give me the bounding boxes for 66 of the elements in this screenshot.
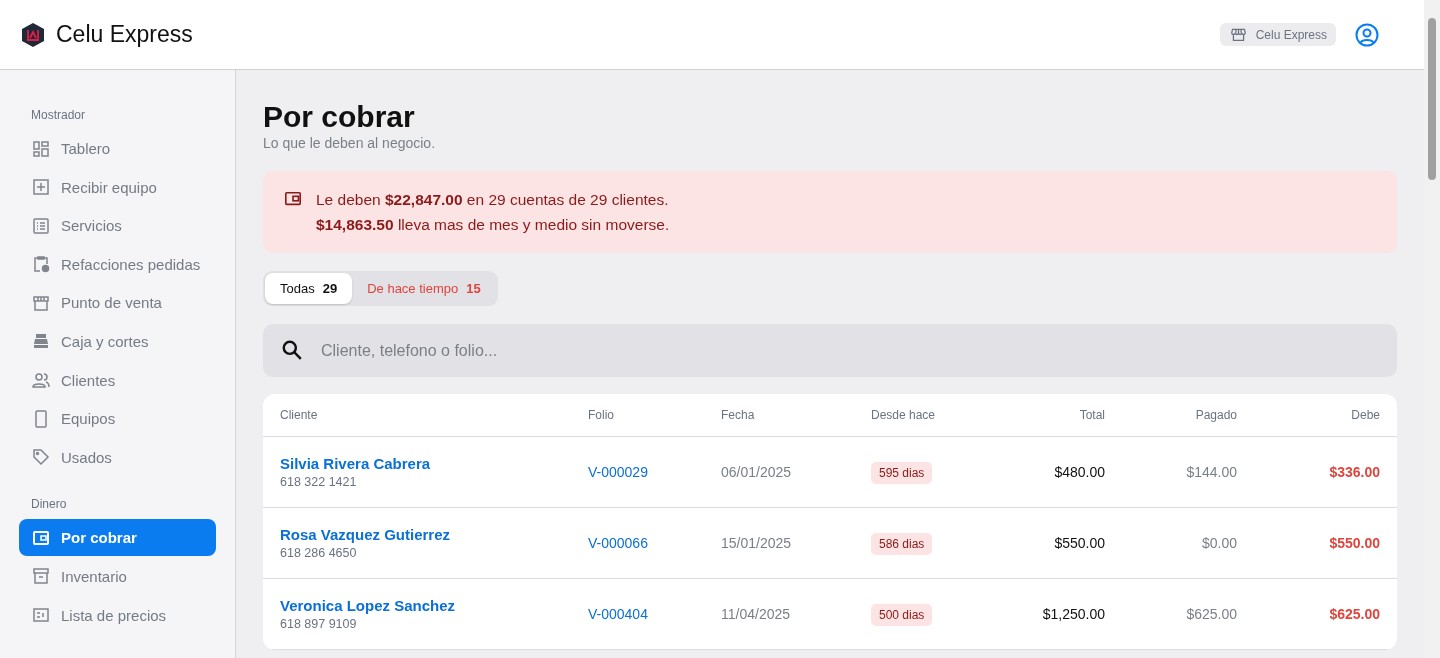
date-cell: 11/04/2025 [721, 606, 791, 622]
user-profile-icon[interactable] [1355, 22, 1379, 47]
column-header: Total [1078, 408, 1105, 422]
column-header: Desde hace [871, 408, 937, 422]
sidebar-item[interactable]: Tablero [19, 130, 216, 167]
scrollbar[interactable] [1424, 0, 1440, 658]
logo-icon [21, 21, 45, 48]
alert-text: $14,863.50 lleva mas de mes y medio sin moverse. [316, 215, 670, 234]
section-heading: Mostrador [30, 108, 87, 122]
folio-link[interactable]: V-000029 [588, 464, 648, 480]
archive-icon [31, 566, 51, 587]
total-cell: $1,250.00 [1042, 606, 1105, 622]
column-header: Folio [588, 408, 615, 422]
filter-tab[interactable]: Todas 29 [265, 273, 353, 304]
sidebar-item[interactable]: Usados [19, 438, 216, 476]
sidebar-item[interactable]: Punto de venta [19, 284, 216, 322]
age-badge: 595 dias [871, 462, 933, 484]
tag-icon [31, 447, 51, 468]
users-icon [31, 370, 51, 391]
paid-cell: $625.00 [1186, 606, 1237, 622]
client-name-link[interactable]: Silvia Rivera Cabrera [280, 455, 588, 472]
page-title: Por cobrar [263, 100, 416, 134]
sidebar-item[interactable]: Servicios [19, 207, 216, 245]
sidebar-item[interactable]: Equipos [19, 400, 216, 438]
store-icon [1228, 26, 1248, 43]
sidebar-item[interactable]: Refacciones pedidas [19, 245, 216, 283]
date-cell: 06/01/2025 [721, 464, 792, 480]
sidebar-item[interactable]: Inventario [19, 557, 216, 595]
owed-cell: $550.00 [1329, 535, 1380, 551]
client-phone: 618 286 4650 [280, 546, 358, 560]
age-badge: 500 dias [871, 604, 933, 626]
search-field[interactable]: Cliente, telefono o folio... [263, 324, 1397, 377]
alert-text: Le deben $22,847.00 en 29 cuentas de 29 clientes. [316, 190, 670, 209]
client-name-link[interactable]: Veronica Lopez Sanchez [280, 597, 588, 614]
sidebar-item[interactable]: Clientes [19, 361, 216, 399]
sidebar-item[interactable]: Por cobrar [19, 519, 216, 557]
sidebar-item[interactable]: Lista de precios [19, 596, 216, 634]
sidebar-item[interactable]: Caja y cortes [19, 322, 216, 360]
section-heading: Dinero [30, 497, 68, 512]
age-badge: 586 dias [871, 533, 933, 555]
page-subtitle: Lo que le deben al negocio. [263, 135, 437, 151]
wallet-icon [284, 190, 302, 208]
column-header: Debe [1350, 408, 1380, 422]
clipboard-clock-icon [31, 254, 51, 275]
client-phone: 618 897 9109 [280, 617, 358, 631]
total-cell: $480.00 [1054, 464, 1105, 480]
owed-cell: $336.00 [1329, 464, 1380, 480]
folio-link[interactable]: V-000404 [588, 606, 648, 622]
paid-cell: $144.00 [1186, 464, 1237, 480]
date-cell: 15/01/2025 [721, 535, 792, 551]
list-icon [31, 215, 51, 236]
filter-tab[interactable]: De hace tiempo 15 [352, 273, 496, 304]
brand-name: Celu Express [56, 21, 193, 48]
total-cell: $550.00 [1054, 535, 1105, 551]
dashboard-icon [31, 138, 51, 159]
store-chip[interactable]: Celu Express [1219, 23, 1336, 46]
column-header: Cliente [280, 408, 319, 422]
folio-link[interactable]: V-000066 [588, 535, 648, 551]
client-phone: 618 322 1421 [280, 475, 358, 489]
column-header: Fecha [721, 408, 756, 422]
owed-cell: $625.00 [1329, 606, 1380, 622]
sidebar-item[interactable]: Recibir equipo [19, 168, 216, 206]
plus-square-icon [31, 177, 51, 198]
column-header: Pagado [1194, 408, 1237, 422]
paid-cell: $0.00 [1201, 535, 1237, 551]
client-name-link[interactable]: Rosa Vazquez Gutierrez [280, 526, 588, 543]
